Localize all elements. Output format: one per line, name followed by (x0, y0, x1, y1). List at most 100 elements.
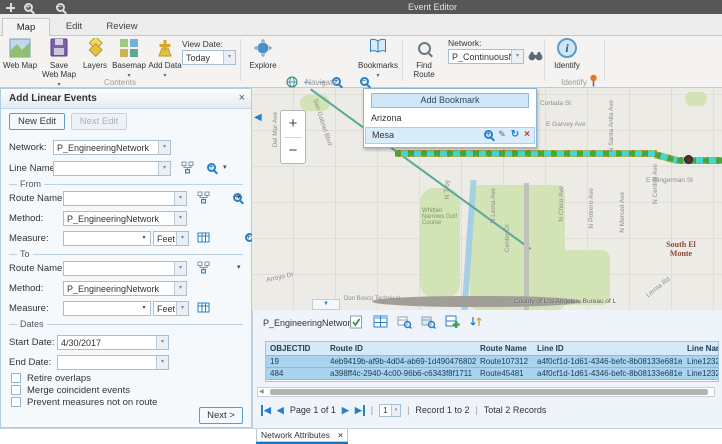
show-selected-records-icon[interactable] (349, 315, 364, 330)
select-line-on-map-icon[interactable] (181, 161, 194, 174)
from-route-name-select[interactable]: ▾ (63, 191, 187, 206)
last-page-icon[interactable]: ▶ (355, 405, 365, 416)
cell-objectid[interactable]: 484 (266, 367, 326, 379)
tab-map[interactable]: Map (2, 18, 50, 37)
zoom-in-icon[interactable] (24, 3, 33, 12)
from-method-select[interactable]: P_EngineeringNetwork ▾ (63, 211, 187, 226)
cell-route-id[interactable]: 4eb9419b-af9b-4d04-ab69-1d490476802b (326, 355, 476, 367)
select-from-route-on-map-icon[interactable] (197, 191, 210, 204)
to-unit-select[interactable]: Feet ▾ (153, 301, 189, 316)
column-header-route-id[interactable]: Route ID (326, 342, 476, 355)
retire-overlaps-checkbox[interactable] (11, 373, 21, 383)
basemap-button[interactable]: Basemap ▾ (112, 38, 146, 79)
dropdown-arrow-icon[interactable]: ▾ (176, 302, 188, 315)
close-tab-icon[interactable]: × (338, 430, 343, 440)
previous-page-icon[interactable]: ◀ (277, 405, 284, 416)
zoom-to-line-icon[interactable] (207, 163, 216, 172)
explore-button[interactable]: Explore (246, 38, 280, 70)
view-date-select[interactable]: Today ▾ (182, 50, 236, 65)
network-select[interactable]: P_ContinuousNetwork ▾ (448, 49, 524, 64)
dropdown-arrow-icon[interactable]: ▾ (174, 262, 186, 275)
cell-route-name[interactable]: Route107312 (476, 355, 533, 367)
column-header-objectid[interactable]: OBJECTID (266, 342, 326, 355)
bookmarks-button[interactable]: Bookmarks ▾ (358, 38, 398, 79)
select-to-route-on-map-icon[interactable] (197, 261, 210, 274)
dropdown-arrow-icon[interactable]: ▾ (174, 212, 186, 225)
to-measure-input[interactable]: ▾ (63, 301, 151, 316)
dropdown-arrow-icon[interactable]: ▾ (174, 282, 186, 295)
from-unit-select[interactable]: Feet ▾ (153, 231, 189, 246)
sort-icon[interactable] (469, 315, 484, 330)
page-select[interactable]: 1 ▾ (379, 404, 401, 417)
web-map-button[interactable]: Web Map (2, 38, 38, 70)
cell-route-id[interactable]: a398ff4c-2940-4c00-96b6-c6343f8f1711 (326, 367, 476, 379)
add-to-table-icon[interactable] (445, 315, 460, 330)
pan-icon[interactable] (6, 3, 15, 12)
column-header-line-id[interactable]: Line ID (533, 342, 683, 355)
to-route-name-select[interactable]: ▾ (63, 261, 187, 276)
start-date-input[interactable]: 4/30/2017 ▾ (57, 335, 169, 350)
scrollbar-thumb[interactable] (270, 389, 708, 395)
dropdown-arrow-icon[interactable]: ▾ (156, 356, 168, 369)
next-button[interactable]: Next > (199, 407, 243, 424)
layers-button[interactable]: Layers (80, 38, 110, 70)
cell-line-id[interactable]: a4f0cf1d-1d61-4346-befc-8b08133e681e (533, 355, 683, 367)
dropdown-arrow-icon[interactable]: ▾ (174, 192, 186, 205)
zoom-out-icon[interactable] (56, 3, 65, 12)
end-date-input[interactable]: ▾ (57, 355, 169, 370)
line-name-select[interactable]: ▾ (53, 161, 171, 176)
horizontal-scrollbar[interactable]: ◀ (257, 387, 715, 397)
add-bookmark-button[interactable]: Add Bookmark (371, 93, 529, 108)
binoculars-icon[interactable] (528, 51, 543, 62)
cell-line-name[interactable]: Line12320 (683, 367, 719, 379)
bookmark-delete-icon[interactable]: × (524, 129, 530, 140)
add-data-button[interactable]: Add Data ▾ (148, 38, 182, 79)
dropdown-arrow-icon[interactable]: ▾ (138, 232, 150, 245)
bookmark-item-arizona[interactable]: Arizona (365, 111, 535, 126)
close-icon[interactable]: × (239, 92, 245, 104)
new-edit-button[interactable]: New Edit (9, 113, 65, 130)
cell-objectid[interactable]: 19 (266, 355, 326, 367)
bookmark-refresh-icon[interactable]: ↻ (511, 129, 519, 140)
dropdown-arrow-icon[interactable]: ▾ (156, 336, 168, 349)
dropdown-arrow-icon[interactable]: ▾ (223, 51, 235, 64)
dropdown-arrow-icon[interactable]: ▾ (511, 50, 523, 63)
bookmark-item-mesa[interactable]: Mesa ✎ ↻ × (365, 127, 535, 144)
dropdown-arrow-icon[interactable]: ▾ (158, 141, 170, 154)
identify-button[interactable]: i Identify (548, 38, 586, 70)
dropdown-arrow-icon[interactable]: ▾ (176, 232, 188, 245)
scroll-left-icon[interactable]: ◀ (259, 388, 264, 396)
cell-line-id[interactable]: a4f0cf1d-1d61-4346-befc-8b08133e681e (533, 367, 683, 379)
map-zoom-out-button[interactable]: − (281, 138, 305, 164)
zoom-to-selected-icon[interactable] (397, 315, 412, 330)
bookmark-edit-icon[interactable]: ✎ (498, 129, 506, 140)
from-measure-input[interactable]: ▾ (63, 231, 151, 246)
find-route-button[interactable]: Find Route (406, 38, 442, 79)
cell-route-name[interactable]: Route45481 (476, 367, 533, 379)
to-measure-picker-icon[interactable] (197, 301, 210, 314)
panel-network-select[interactable]: P_EngineeringNetwork ▾ (53, 140, 171, 155)
map-zoom-in-button[interactable]: + (281, 111, 305, 137)
merge-coincident-checkbox[interactable] (11, 385, 21, 395)
zoom-options-caret-icon[interactable]: ▾ (237, 195, 241, 201)
next-page-icon[interactable]: ▶ (342, 405, 349, 416)
tab-network-attributes[interactable]: Network Attributes × (256, 429, 348, 442)
tab-review[interactable]: Review (98, 18, 146, 37)
dropdown-arrow-icon[interactable]: ▾ (138, 302, 150, 315)
tab-edit[interactable]: Edit (50, 18, 98, 37)
cell-line-name[interactable]: Line12320 (683, 355, 719, 367)
from-measure-picker-icon[interactable] (197, 231, 210, 244)
table-row[interactable]: 484 a398ff4c-2940-4c00-96b6-c6343f8f1711… (266, 367, 719, 379)
zoom-options-caret-icon[interactable]: ▾ (237, 265, 241, 271)
first-page-icon[interactable]: ◀ (261, 405, 271, 416)
to-method-select[interactable]: P_EngineeringNetwork ▾ (63, 281, 187, 296)
column-header-line-name[interactable]: Line Name (683, 342, 719, 355)
zoom-options-caret-icon[interactable]: ▾ (223, 165, 227, 171)
bookmark-zoom-icon[interactable] (484, 130, 493, 139)
table-row[interactable]: 19 4eb9419b-af9b-4d04-ab69-1d490476802b … (266, 355, 719, 367)
column-header-route-name[interactable]: Route Name (476, 342, 533, 355)
collapse-panel-icon[interactable]: ◀ (254, 112, 262, 123)
prevent-measures-checkbox[interactable] (11, 397, 21, 407)
pan-to-selected-icon[interactable] (421, 315, 436, 330)
dropdown-arrow-icon[interactable]: ▾ (158, 162, 170, 175)
